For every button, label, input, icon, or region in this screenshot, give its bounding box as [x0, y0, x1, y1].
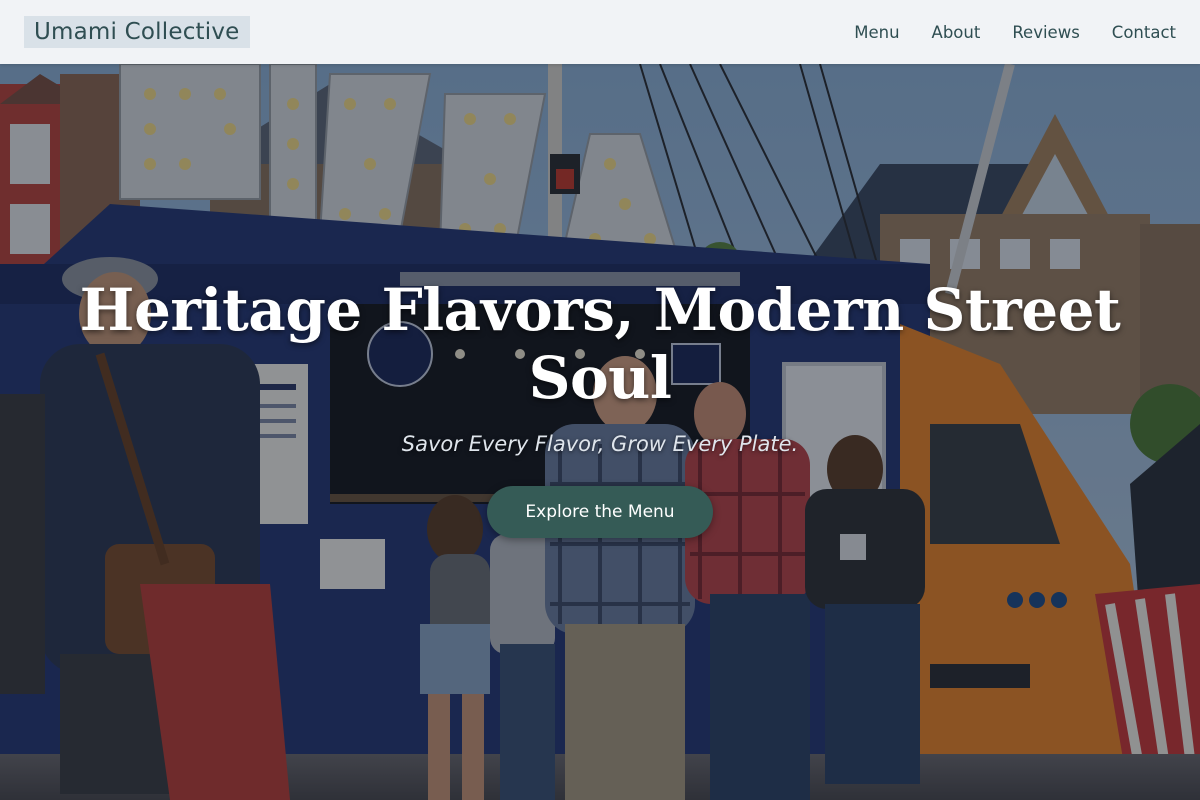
nav-link-about[interactable]: About	[932, 23, 981, 42]
page: Umami Collective Menu About Reviews Cont…	[0, 0, 1200, 800]
main-nav: Menu About Reviews Contact	[822, 0, 1176, 64]
hero-section: Heritage Flavors, Modern Street Soul Sav…	[0, 64, 1200, 800]
explore-menu-button[interactable]: Explore the Menu	[487, 486, 713, 538]
nav-link-menu[interactable]: Menu	[854, 23, 899, 42]
brand-logo[interactable]: Umami Collective	[24, 16, 250, 48]
hero-subtitle: Savor Every Flavor, Grow Every Plate.	[401, 432, 799, 456]
site-header: Umami Collective Menu About Reviews Cont…	[0, 0, 1200, 64]
nav-link-reviews[interactable]: Reviews	[1012, 23, 1079, 42]
hero-title: Heritage Flavors, Modern Street Soul	[79, 276, 1121, 412]
nav-link-contact[interactable]: Contact	[1112, 23, 1176, 42]
